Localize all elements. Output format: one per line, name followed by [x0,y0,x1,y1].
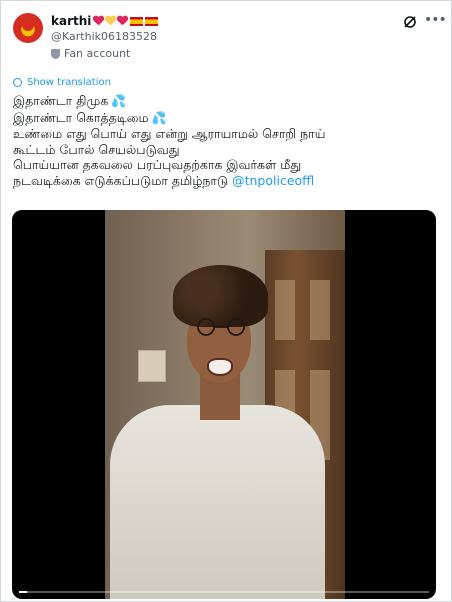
tweet-card: karthi @Karthik06183528 Fan account ••• … [0,0,452,602]
yellow-heart-icon [105,16,116,26]
person-shirt [110,405,325,599]
video-progress-fill [19,591,28,593]
tweet-line: இதாண்டா கொத்தடிமை 💦 [13,109,167,125]
more-options-icon[interactable]: ••• [424,12,447,28]
video-player[interactable] [12,210,436,599]
display-name[interactable]: karthi [51,14,91,28]
sweat-droplets-icon: 💦 [151,110,167,125]
fan-account-label: Fan account [51,47,130,60]
name-emojis [93,16,159,26]
author-name-line[interactable]: karthi [51,13,159,29]
tweet-line: கூட்டம் போல் செயல்படுவது [13,141,180,157]
tweet-line: இதாண்டா திமுக 💦 [13,93,127,108]
tweet-line: உண்மை எது பொய் எது என்று ஆராயாமல் சொறி ந… [13,126,326,141]
grok-translate-icon[interactable] [402,14,418,30]
glasses [197,318,245,336]
show-translation-label: Show translation [27,77,111,88]
mention-link[interactable]: @tnpoliceoffl [232,173,314,188]
avatar[interactable] [13,13,43,43]
globe-icon [13,78,22,87]
sweat-droplets-icon: 💦 [111,94,127,108]
fan-account-text: Fan account [64,47,131,60]
tweet-text: இதாண்டா திமுக 💦 இதாண்டா கொத்தடிமை 💦 உண்மை … [13,93,443,188]
red-heart-icon [93,16,104,26]
video-progress-bar[interactable] [19,591,429,593]
tweet-line: நடவடிக்கை எடுக்கப்படுமா தமிழ்நாடு @tnpol… [13,172,315,188]
shield-icon [51,48,60,59]
video-frame [105,210,345,599]
person-mouth [207,358,233,376]
avatar-logo [22,21,34,31]
spain-flag-icon [130,16,144,26]
show-translation-link[interactable]: Show translation [13,77,111,88]
wall-switch [138,350,166,382]
red-heart-icon [117,16,128,26]
author-handle[interactable]: @Karthik06183528 [51,30,157,43]
spain-flag-icon [145,16,159,26]
tweet-line: பொய்யான தகவலை பரப்புவதற்காக இவர்கள் மீது [13,157,302,172]
